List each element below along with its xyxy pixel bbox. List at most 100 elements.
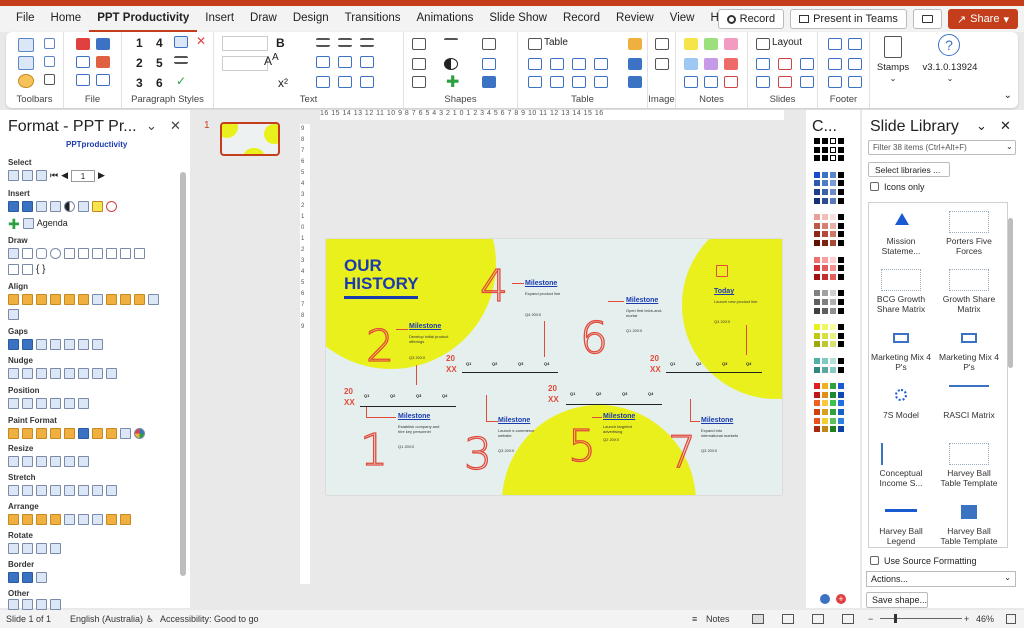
color-swatch[interactable] (822, 180, 828, 187)
color-swatch[interactable] (838, 231, 844, 238)
color-swatch[interactable] (838, 341, 844, 348)
note-red-icon[interactable] (724, 58, 738, 70)
table-merge-icon[interactable] (572, 58, 586, 70)
color-swatch[interactable] (822, 324, 828, 331)
text-box-icon[interactable] (316, 56, 330, 68)
nudge-7-icon[interactable] (92, 368, 103, 379)
color-swatch[interactable] (822, 426, 828, 433)
color-swatch[interactable] (814, 256, 820, 263)
color-swatch[interactable] (822, 171, 828, 178)
toolbar-format-icon[interactable] (18, 38, 34, 52)
color-swatch[interactable] (830, 400, 836, 407)
para-check-list-icon[interactable] (174, 36, 188, 48)
color-swatch[interactable] (822, 222, 828, 229)
slide-4-icon[interactable] (756, 76, 770, 88)
note-blue-icon[interactable] (684, 58, 698, 70)
zoom-in-icon[interactable]: + (964, 614, 969, 624)
library-item-harvey-ball-table-2[interactable]: Harvey Ball Table Template (939, 501, 999, 546)
position-5-icon[interactable] (64, 398, 75, 409)
color-swatch[interactable] (814, 138, 820, 144)
save-shape-button[interactable]: Save shape... (866, 592, 928, 608)
table-dist-2-icon[interactable] (550, 76, 564, 88)
paint-7-icon[interactable] (92, 428, 103, 439)
shape-group-icon[interactable] (412, 76, 426, 88)
chevron-down-icon[interactable]: ⌄ (146, 118, 157, 134)
library-item-marketing-mix-2[interactable]: Marketing Mix 4 P's (939, 327, 999, 372)
collapse-ribbon-icon[interactable]: ⌄ (1004, 90, 1012, 101)
color-swatch[interactable] (822, 391, 828, 398)
fit-slide-icon[interactable] (1006, 614, 1016, 624)
select-similar-icon[interactable] (22, 170, 33, 181)
icons-only-checkbox[interactable] (870, 182, 879, 191)
color-swatch[interactable] (838, 146, 844, 153)
text-box-2-icon[interactable] (338, 56, 352, 68)
color-swatch[interactable] (838, 214, 844, 221)
ribbon-group-help[interactable]: ? v3.1.0.13924 ⌄ (916, 32, 984, 108)
paint-9-icon[interactable] (120, 428, 131, 439)
color-swatch[interactable] (814, 290, 820, 297)
shape-fill-icon[interactable] (412, 38, 426, 50)
add-shape-icon[interactable]: ✚ (446, 72, 459, 92)
paint-5-icon[interactable] (64, 428, 75, 439)
align-grid-2-icon[interactable] (120, 294, 131, 305)
note-yellow-icon[interactable] (684, 38, 698, 50)
tab-home[interactable]: Home (43, 6, 90, 32)
color-swatch[interactable] (814, 171, 820, 178)
oval-draw-icon[interactable] (50, 248, 61, 259)
tab-record[interactable]: Record (555, 6, 608, 32)
shape-merge-icon[interactable] (482, 76, 496, 88)
page-number-input[interactable]: 1 (71, 170, 96, 182)
footer-3-icon[interactable] (828, 58, 842, 70)
color-swatch[interactable] (838, 290, 844, 297)
color-swatch[interactable] (822, 358, 828, 364)
align-center-tool-icon[interactable] (22, 294, 33, 305)
rotate-3-icon[interactable] (36, 543, 47, 554)
rounded-rect-draw-icon[interactable] (36, 248, 47, 259)
color-swatch[interactable] (830, 214, 836, 221)
color-swatch[interactable] (838, 324, 844, 331)
library-item-porters-five-forces[interactable]: Porters Five Forces (939, 211, 999, 256)
slide-icon[interactable] (756, 58, 770, 70)
stretch-1-icon[interactable] (8, 485, 19, 496)
color-swatch[interactable] (822, 400, 828, 407)
color-swatch[interactable] (814, 265, 820, 272)
color-swatch[interactable] (822, 138, 828, 144)
close-icon[interactable]: ✕ (1000, 118, 1011, 134)
color-swatch[interactable] (814, 197, 820, 204)
align-left-icon[interactable] (316, 38, 330, 47)
agenda-icon[interactable] (22, 218, 34, 229)
tab-animations[interactable]: Animations (409, 6, 482, 32)
color-swatch[interactable] (822, 214, 828, 221)
save-icon[interactable] (96, 56, 110, 68)
color-swatch[interactable] (838, 180, 844, 187)
file-image-icon[interactable] (76, 74, 90, 86)
library-item-conceptual-income[interactable]: Conceptual Income S... (871, 443, 931, 488)
stretch-8-icon[interactable] (106, 485, 117, 496)
border-1-icon[interactable] (8, 572, 19, 583)
toolbar-clipboard-icon[interactable] (44, 74, 55, 85)
format-pane-scrollbar[interactable] (180, 172, 186, 576)
tab-view[interactable]: View (662, 6, 703, 32)
nudge-5-icon[interactable] (64, 368, 75, 379)
color-swatch[interactable] (814, 409, 820, 415)
color-swatch[interactable] (822, 299, 828, 305)
color-swatch[interactable] (814, 426, 820, 433)
color-swatch[interactable] (822, 146, 828, 153)
slide-sorter-icon[interactable] (782, 614, 794, 624)
para-style-6[interactable]: 6 (156, 76, 163, 90)
color-swatch[interactable] (822, 417, 828, 424)
color-swatch[interactable] (830, 341, 836, 348)
align-grid-icon[interactable] (106, 294, 117, 305)
zoom-slider-thumb[interactable] (894, 614, 897, 623)
color-swatch[interactable] (838, 197, 844, 204)
other-1-icon[interactable] (8, 599, 19, 610)
color-swatch[interactable] (814, 299, 820, 305)
paint-4-icon[interactable] (50, 428, 61, 439)
table-col-icon[interactable] (528, 58, 542, 70)
note-pink-icon[interactable] (724, 38, 738, 50)
color-swatch[interactable] (830, 409, 836, 415)
color-swatch[interactable] (830, 307, 836, 314)
para-style-5[interactable]: 5 (156, 56, 163, 70)
nudge-3-icon[interactable] (36, 368, 47, 379)
color-swatch[interactable] (814, 222, 820, 229)
